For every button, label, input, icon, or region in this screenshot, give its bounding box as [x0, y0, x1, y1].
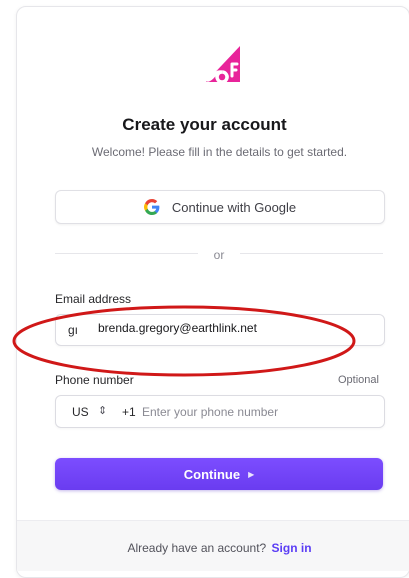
divider-right — [240, 253, 383, 254]
country-code: +1 — [122, 405, 136, 419]
phone-optional-text: Optional — [338, 374, 379, 386]
phone-field[interactable]: US ⇕ +1 Enter your phone number — [55, 395, 385, 428]
play-arrow-icon: ▶ — [248, 469, 255, 479]
phone-placeholder: Enter your phone number — [142, 405, 279, 419]
continue-button-label: Continue — [183, 466, 241, 482]
brand-logo-icon — [200, 42, 244, 86]
continue-with-google-button[interactable]: Continue with Google — [55, 190, 385, 224]
google-icon — [143, 199, 160, 215]
country-select[interactable]: US — [72, 405, 89, 419]
divider-left — [55, 253, 198, 254]
divider-or: or — [213, 248, 225, 262]
footer-prompt: Already have an account? — [127, 541, 267, 555]
footer-text: Already have an account? Sign in — [0, 541, 409, 555]
continue-button[interactable]: Continue ▶ — [55, 458, 383, 490]
page-subtitle: Welcome! Please fill in the details to g… — [91, 145, 348, 159]
page-title: Create your account — [122, 115, 287, 134]
phone-label: Phone number — [55, 373, 134, 387]
red-annotation-ellipse — [12, 305, 356, 377]
google-button-label: Continue with Google — [171, 199, 297, 215]
chevron-up-down-icon[interactable]: ⇕ — [98, 404, 107, 417]
sign-in-link[interactable]: Sign in — [272, 541, 312, 555]
